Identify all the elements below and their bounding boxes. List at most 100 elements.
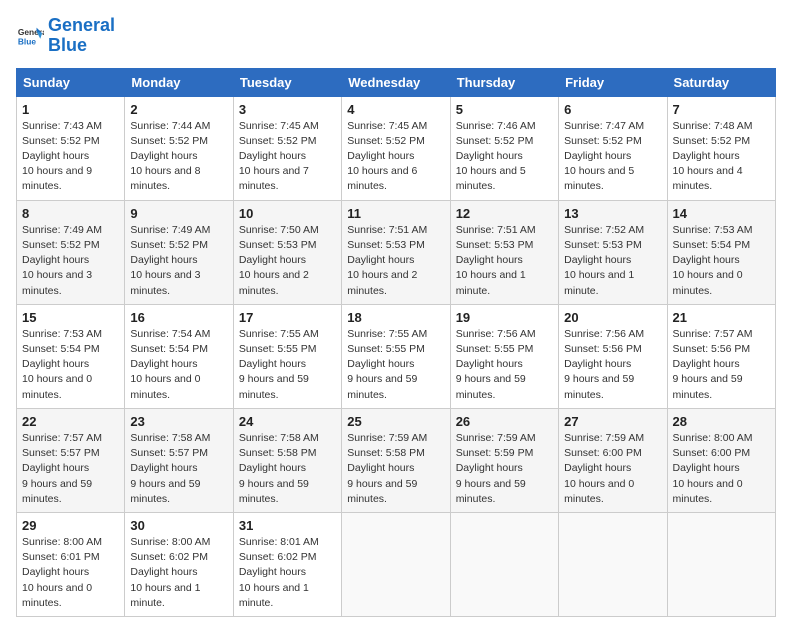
day-number: 20 (564, 310, 661, 325)
calendar-cell: 19 Sunrise: 7:56 AM Sunset: 5:55 PM Dayl… (450, 304, 558, 408)
calendar-cell: 5 Sunrise: 7:46 AM Sunset: 5:52 PM Dayli… (450, 96, 558, 200)
day-number: 8 (22, 206, 119, 221)
calendar-cell: 9 Sunrise: 7:49 AM Sunset: 5:52 PM Dayli… (125, 200, 233, 304)
calendar-cell: 21 Sunrise: 7:57 AM Sunset: 5:56 PM Dayl… (667, 304, 775, 408)
day-info: Sunrise: 7:43 AM Sunset: 5:52 PM Dayligh… (22, 119, 119, 195)
day-info: Sunrise: 8:00 AM Sunset: 6:02 PM Dayligh… (130, 535, 227, 611)
day-number: 31 (239, 518, 336, 533)
day-number: 5 (456, 102, 553, 117)
day-info: Sunrise: 7:49 AM Sunset: 5:52 PM Dayligh… (22, 223, 119, 299)
day-number: 4 (347, 102, 444, 117)
calendar-row: 8 Sunrise: 7:49 AM Sunset: 5:52 PM Dayli… (17, 200, 776, 304)
calendar-cell: 1 Sunrise: 7:43 AM Sunset: 5:52 PM Dayli… (17, 96, 125, 200)
day-number: 30 (130, 518, 227, 533)
calendar-row: 29 Sunrise: 8:00 AM Sunset: 6:01 PM Dayl… (17, 512, 776, 616)
day-number: 19 (456, 310, 553, 325)
day-number: 28 (673, 414, 770, 429)
calendar-cell (342, 512, 450, 616)
day-info: Sunrise: 8:00 AM Sunset: 6:00 PM Dayligh… (673, 431, 770, 507)
calendar-cell: 23 Sunrise: 7:58 AM Sunset: 5:57 PM Dayl… (125, 408, 233, 512)
day-info: Sunrise: 7:45 AM Sunset: 5:52 PM Dayligh… (347, 119, 444, 195)
calendar-cell: 13 Sunrise: 7:52 AM Sunset: 5:53 PM Dayl… (559, 200, 667, 304)
calendar-cell: 28 Sunrise: 8:00 AM Sunset: 6:00 PM Dayl… (667, 408, 775, 512)
day-info: Sunrise: 7:59 AM Sunset: 5:58 PM Dayligh… (347, 431, 444, 507)
weekday-header-row: SundayMondayTuesdayWednesdayThursdayFrid… (17, 68, 776, 96)
day-number: 27 (564, 414, 661, 429)
day-info: Sunrise: 7:55 AM Sunset: 5:55 PM Dayligh… (239, 327, 336, 403)
day-info: Sunrise: 7:59 AM Sunset: 6:00 PM Dayligh… (564, 431, 661, 507)
day-info: Sunrise: 7:54 AM Sunset: 5:54 PM Dayligh… (130, 327, 227, 403)
day-info: Sunrise: 7:45 AM Sunset: 5:52 PM Dayligh… (239, 119, 336, 195)
day-number: 25 (347, 414, 444, 429)
day-info: Sunrise: 7:46 AM Sunset: 5:52 PM Dayligh… (456, 119, 553, 195)
day-number: 12 (456, 206, 553, 221)
calendar-cell (559, 512, 667, 616)
day-info: Sunrise: 7:52 AM Sunset: 5:53 PM Dayligh… (564, 223, 661, 299)
day-info: Sunrise: 7:49 AM Sunset: 5:52 PM Dayligh… (130, 223, 227, 299)
calendar-cell: 24 Sunrise: 7:58 AM Sunset: 5:58 PM Dayl… (233, 408, 341, 512)
day-number: 26 (456, 414, 553, 429)
logo-icon: General Blue (16, 22, 44, 50)
weekday-header: Saturday (667, 68, 775, 96)
day-number: 9 (130, 206, 227, 221)
day-info: Sunrise: 7:47 AM Sunset: 5:52 PM Dayligh… (564, 119, 661, 195)
calendar-cell: 16 Sunrise: 7:54 AM Sunset: 5:54 PM Dayl… (125, 304, 233, 408)
day-info: Sunrise: 7:55 AM Sunset: 5:55 PM Dayligh… (347, 327, 444, 403)
calendar-cell: 4 Sunrise: 7:45 AM Sunset: 5:52 PM Dayli… (342, 96, 450, 200)
calendar-cell: 15 Sunrise: 7:53 AM Sunset: 5:54 PM Dayl… (17, 304, 125, 408)
calendar-cell: 2 Sunrise: 7:44 AM Sunset: 5:52 PM Dayli… (125, 96, 233, 200)
svg-text:Blue: Blue (18, 36, 36, 46)
day-info: Sunrise: 7:56 AM Sunset: 5:56 PM Dayligh… (564, 327, 661, 403)
day-info: Sunrise: 7:57 AM Sunset: 5:56 PM Dayligh… (673, 327, 770, 403)
day-number: 15 (22, 310, 119, 325)
calendar-cell: 6 Sunrise: 7:47 AM Sunset: 5:52 PM Dayli… (559, 96, 667, 200)
calendar-cell: 3 Sunrise: 7:45 AM Sunset: 5:52 PM Dayli… (233, 96, 341, 200)
day-number: 21 (673, 310, 770, 325)
day-number: 17 (239, 310, 336, 325)
calendar-cell (450, 512, 558, 616)
day-number: 2 (130, 102, 227, 117)
logo: General Blue GeneralBlue (16, 16, 115, 56)
day-number: 3 (239, 102, 336, 117)
calendar-cell: 18 Sunrise: 7:55 AM Sunset: 5:55 PM Dayl… (342, 304, 450, 408)
day-info: Sunrise: 7:58 AM Sunset: 5:57 PM Dayligh… (130, 431, 227, 507)
day-number: 24 (239, 414, 336, 429)
calendar-cell: 7 Sunrise: 7:48 AM Sunset: 5:52 PM Dayli… (667, 96, 775, 200)
day-info: Sunrise: 8:00 AM Sunset: 6:01 PM Dayligh… (22, 535, 119, 611)
calendar-cell: 22 Sunrise: 7:57 AM Sunset: 5:57 PM Dayl… (17, 408, 125, 512)
day-info: Sunrise: 7:51 AM Sunset: 5:53 PM Dayligh… (456, 223, 553, 299)
day-number: 13 (564, 206, 661, 221)
calendar-cell: 25 Sunrise: 7:59 AM Sunset: 5:58 PM Dayl… (342, 408, 450, 512)
weekday-header: Friday (559, 68, 667, 96)
calendar-cell: 20 Sunrise: 7:56 AM Sunset: 5:56 PM Dayl… (559, 304, 667, 408)
weekday-header: Sunday (17, 68, 125, 96)
day-info: Sunrise: 7:58 AM Sunset: 5:58 PM Dayligh… (239, 431, 336, 507)
calendar-cell: 31 Sunrise: 8:01 AM Sunset: 6:02 PM Dayl… (233, 512, 341, 616)
calendar-cell: 17 Sunrise: 7:55 AM Sunset: 5:55 PM Dayl… (233, 304, 341, 408)
calendar-cell: 27 Sunrise: 7:59 AM Sunset: 6:00 PM Dayl… (559, 408, 667, 512)
day-info: Sunrise: 7:57 AM Sunset: 5:57 PM Dayligh… (22, 431, 119, 507)
calendar-cell: 29 Sunrise: 8:00 AM Sunset: 6:01 PM Dayl… (17, 512, 125, 616)
day-info: Sunrise: 7:51 AM Sunset: 5:53 PM Dayligh… (347, 223, 444, 299)
day-number: 22 (22, 414, 119, 429)
weekday-header: Monday (125, 68, 233, 96)
calendar-cell: 30 Sunrise: 8:00 AM Sunset: 6:02 PM Dayl… (125, 512, 233, 616)
calendar-cell (667, 512, 775, 616)
page-header: General Blue GeneralBlue (16, 16, 776, 56)
day-info: Sunrise: 7:53 AM Sunset: 5:54 PM Dayligh… (673, 223, 770, 299)
day-number: 23 (130, 414, 227, 429)
day-number: 7 (673, 102, 770, 117)
day-info: Sunrise: 7:59 AM Sunset: 5:59 PM Dayligh… (456, 431, 553, 507)
day-info: Sunrise: 7:56 AM Sunset: 5:55 PM Dayligh… (456, 327, 553, 403)
calendar-table: SundayMondayTuesdayWednesdayThursdayFrid… (16, 68, 776, 617)
day-number: 6 (564, 102, 661, 117)
calendar-cell: 8 Sunrise: 7:49 AM Sunset: 5:52 PM Dayli… (17, 200, 125, 304)
calendar-row: 22 Sunrise: 7:57 AM Sunset: 5:57 PM Dayl… (17, 408, 776, 512)
weekday-header: Thursday (450, 68, 558, 96)
calendar-row: 1 Sunrise: 7:43 AM Sunset: 5:52 PM Dayli… (17, 96, 776, 200)
calendar-cell: 10 Sunrise: 7:50 AM Sunset: 5:53 PM Dayl… (233, 200, 341, 304)
day-info: Sunrise: 8:01 AM Sunset: 6:02 PM Dayligh… (239, 535, 336, 611)
day-number: 18 (347, 310, 444, 325)
day-info: Sunrise: 7:48 AM Sunset: 5:52 PM Dayligh… (673, 119, 770, 195)
weekday-header: Wednesday (342, 68, 450, 96)
